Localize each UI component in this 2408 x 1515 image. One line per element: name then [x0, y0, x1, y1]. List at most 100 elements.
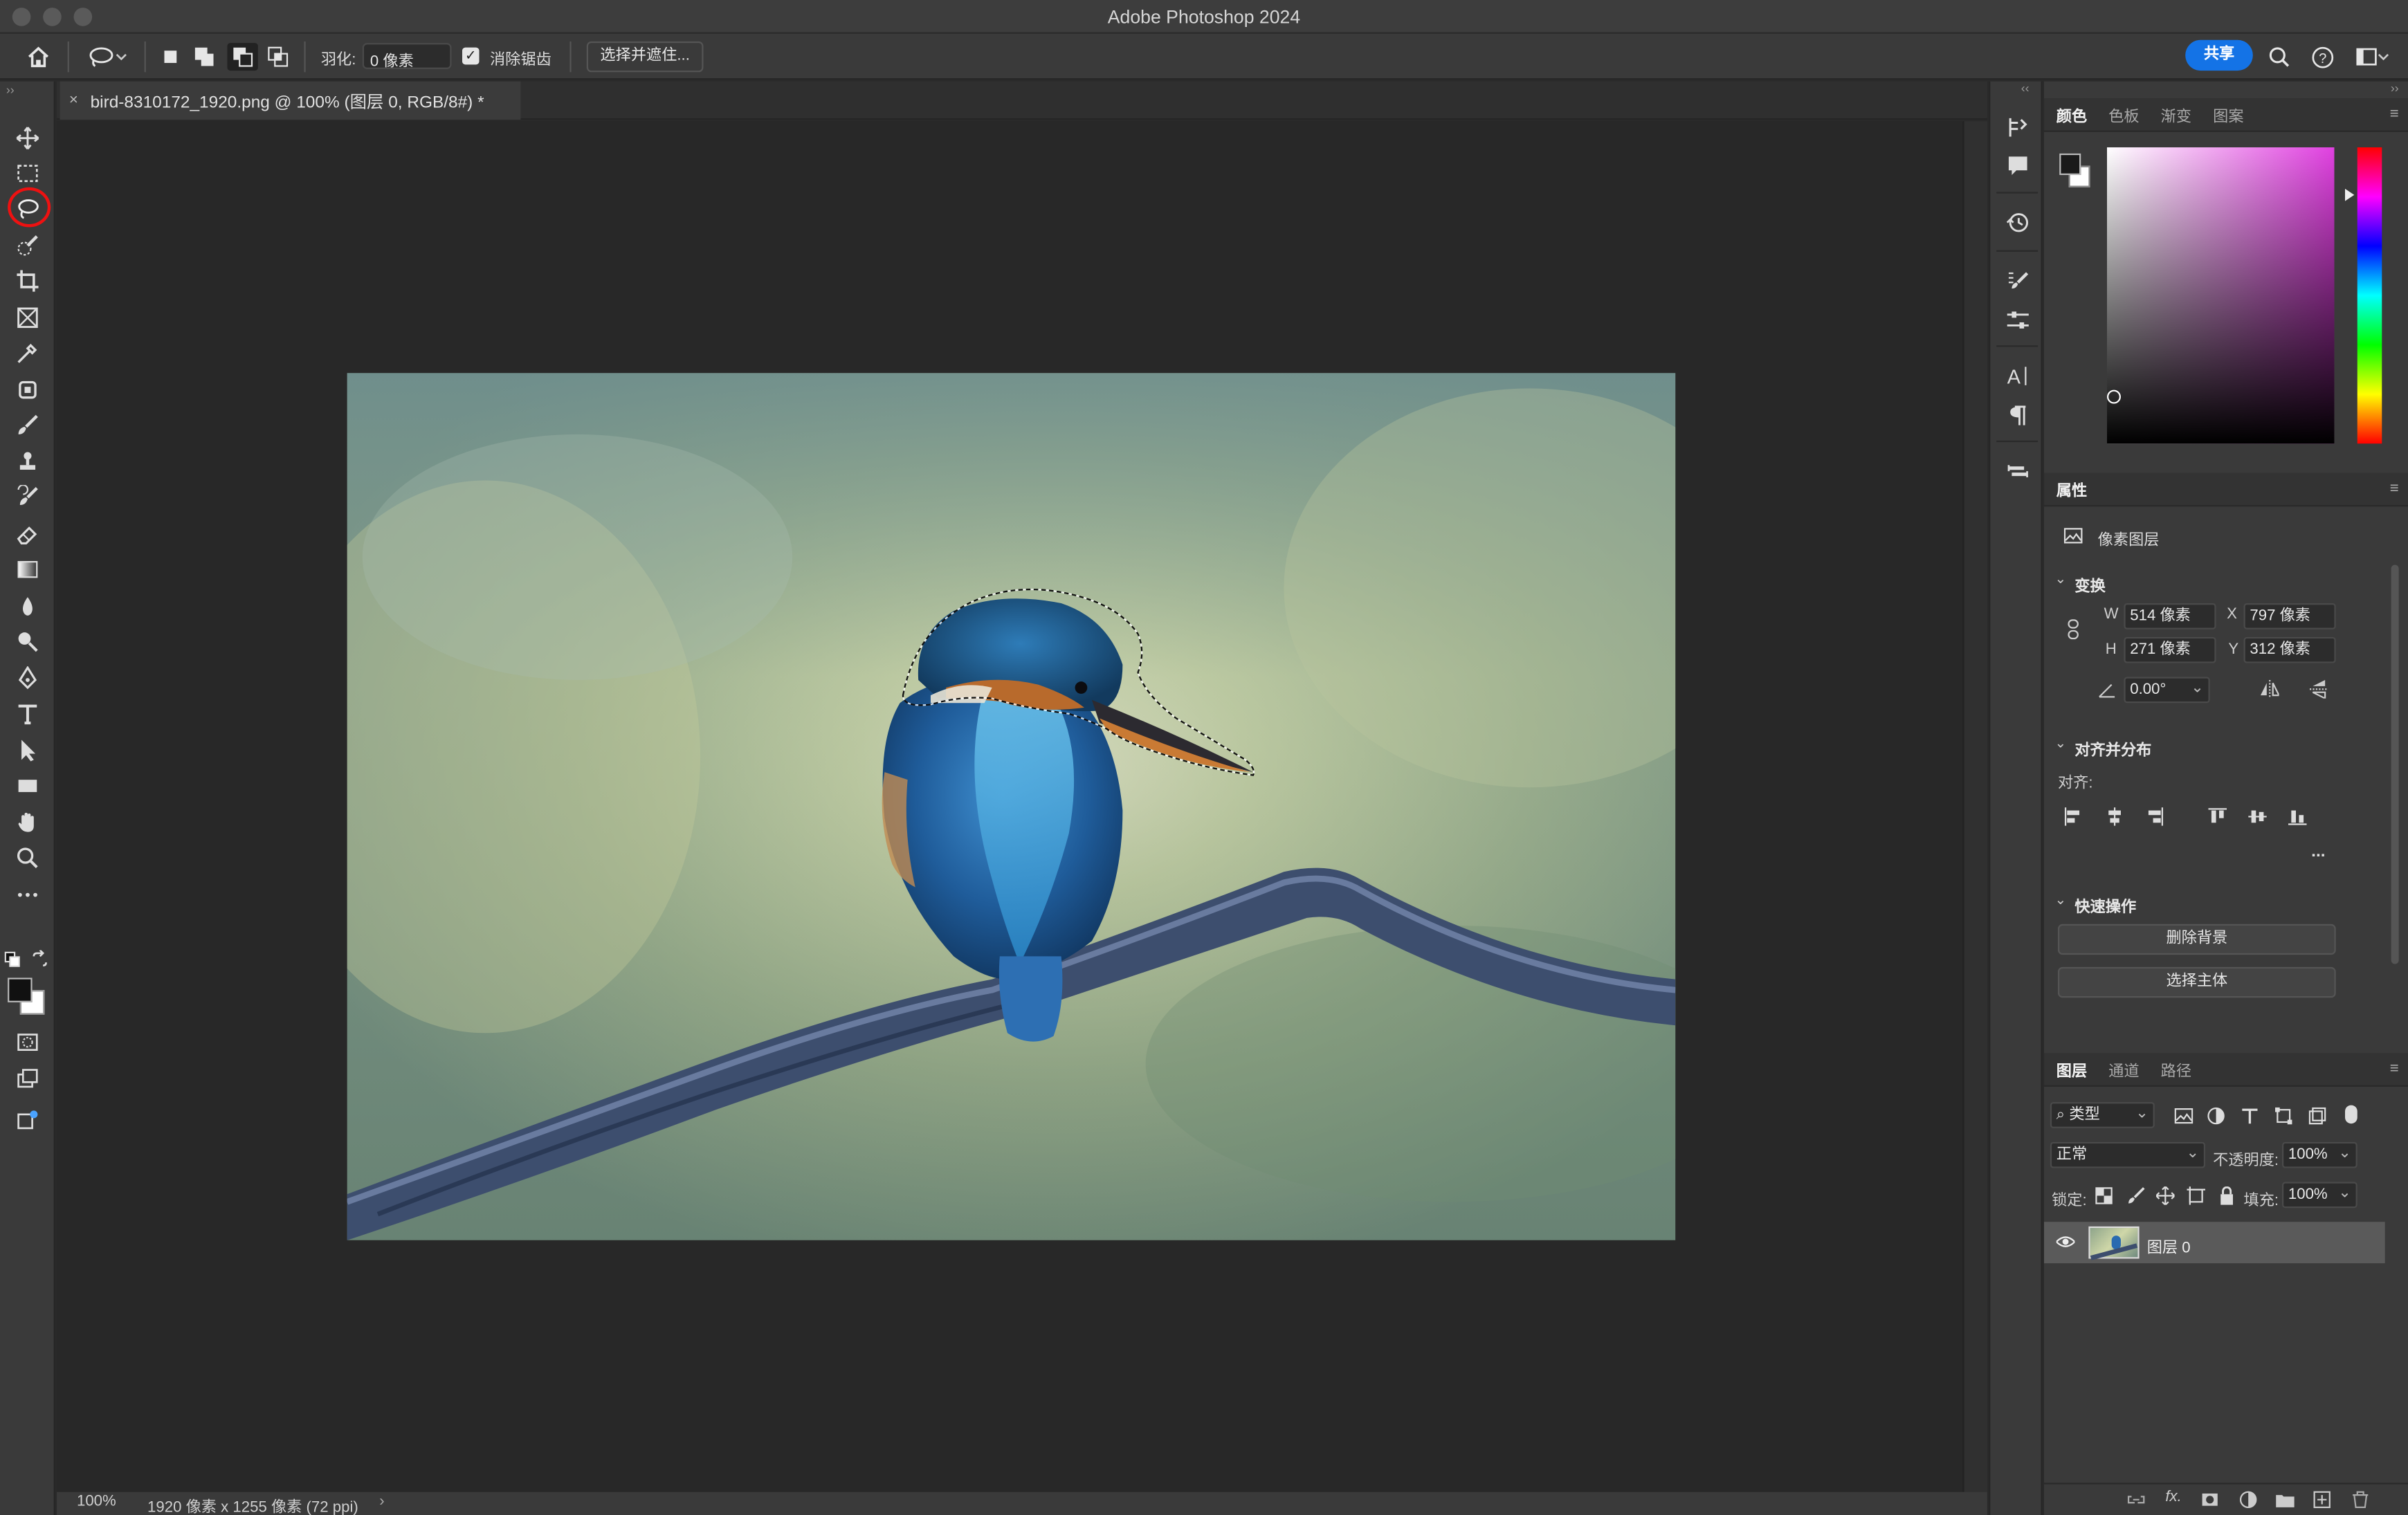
tab-properties[interactable]: 属性: [2056, 477, 2087, 500]
marquee-tool[interactable]: [12, 158, 43, 189]
quick-actions-title[interactable]: 快速操作: [2074, 893, 2136, 916]
lock-image-icon[interactable]: [2126, 1185, 2147, 1206]
lock-artboard-icon[interactable]: [2185, 1185, 2207, 1206]
align-top-icon[interactable]: [2207, 806, 2228, 827]
tab-gradients[interactable]: 渐变: [2161, 103, 2191, 126]
tool-preset-picker[interactable]: [80, 43, 135, 71]
panel-menu-icon[interactable]: ≡: [2390, 481, 2399, 497]
lock-transparent-icon[interactable]: [2093, 1185, 2115, 1206]
new-group-icon[interactable]: [2274, 1489, 2296, 1510]
align-right-icon[interactable]: [2144, 806, 2165, 827]
brush-tool[interactable]: [12, 410, 43, 440]
link-layers-icon[interactable]: [2126, 1489, 2147, 1510]
collapse-toolbar-icon[interactable]: ››: [6, 83, 15, 97]
vertical-scrollbar[interactable]: [1962, 121, 1987, 1492]
blend-mode-select[interactable]: 正常 ⌄: [2050, 1141, 2206, 1168]
chevron-down-icon[interactable]: ⌄: [2055, 571, 2067, 587]
zoom-tool[interactable]: [12, 843, 43, 873]
filter-type-icon[interactable]: [2239, 1105, 2261, 1127]
rectangle-tool[interactable]: [12, 771, 43, 801]
help-button[interactable]: ?: [2308, 43, 2336, 71]
tab-color[interactable]: 颜色: [2056, 103, 2087, 126]
filter-smart-object-icon[interactable]: [2307, 1105, 2328, 1127]
align-center-horizontal-icon[interactable]: [2104, 806, 2126, 827]
layer-filter-select[interactable]: ⌕ 类型 ⌄: [2050, 1102, 2155, 1128]
add-mask-icon[interactable]: [2199, 1489, 2220, 1510]
flip-horizontal-icon[interactable]: [2259, 679, 2281, 700]
healing-brush-tool[interactable]: [12, 374, 43, 405]
y-input[interactable]: 312 像素: [2243, 636, 2336, 663]
history-states-button[interactable]: [2003, 112, 2033, 143]
properties-scrollbar[interactable]: [2391, 564, 2399, 964]
remove-background-button[interactable]: 删除背景: [2057, 924, 2336, 955]
subtract-selection-button[interactable]: [227, 43, 258, 71]
brush-settings-button[interactable]: [2003, 266, 2033, 296]
close-tab-icon[interactable]: ×: [69, 92, 78, 109]
screen-mode-button[interactable]: [12, 1064, 43, 1094]
tab-paths[interactable]: 路径: [2161, 1058, 2191, 1081]
paragraph-button[interactable]: [2003, 401, 2033, 431]
workspace-switcher[interactable]: [2350, 43, 2396, 71]
add-selection-button[interactable]: [192, 43, 217, 71]
chevron-down-icon[interactable]: ⌄: [2191, 680, 2204, 699]
zoom-level[interactable]: 100%: [77, 1494, 116, 1510]
frame-tool[interactable]: [12, 302, 43, 333]
quick-selection-tool[interactable]: [12, 230, 43, 261]
layer-name[interactable]: 图层 0: [2147, 1234, 2191, 1257]
panel-menu-icon[interactable]: ≡: [2390, 1060, 2399, 1077]
generative-fill-button[interactable]: [12, 1105, 43, 1136]
tab-patterns[interactable]: 图案: [2213, 103, 2243, 126]
intersect-selection-button[interactable]: [266, 43, 291, 71]
adjustment-layer-icon[interactable]: [2238, 1489, 2259, 1510]
comments-button[interactable]: [2003, 150, 2033, 181]
x-input[interactable]: 797 像素: [2243, 603, 2336, 630]
tab-channels[interactable]: 通道: [2108, 1058, 2139, 1081]
flip-vertical-icon[interactable]: [2308, 679, 2330, 700]
align-bottom-icon[interactable]: [2287, 806, 2308, 827]
filter-pixel-icon[interactable]: [2173, 1105, 2194, 1127]
move-tool[interactable]: [12, 123, 43, 154]
opacity-input[interactable]: 100% ⌄: [2282, 1141, 2357, 1168]
layer-row[interactable]: 图层 0: [2044, 1222, 2385, 1264]
swap-colors-button[interactable]: [30, 949, 49, 968]
clone-stamp-tool[interactable]: [12, 447, 43, 477]
hand-tool[interactable]: [12, 807, 43, 838]
foreground-color-swatch[interactable]: [8, 977, 33, 1002]
hue-slider-handle[interactable]: [2345, 188, 2355, 201]
tab-swatches[interactable]: 色板: [2108, 103, 2139, 126]
default-colors-button[interactable]: [4, 951, 20, 967]
transform-section-title[interactable]: 变换: [2074, 573, 2105, 596]
pen-tool[interactable]: [12, 663, 43, 694]
filter-shape-icon[interactable]: [2273, 1105, 2295, 1127]
filter-toggle-switch[interactable]: [2345, 1105, 2357, 1124]
eraser-tool[interactable]: [12, 519, 43, 549]
new-layer-icon[interactable]: [2311, 1489, 2333, 1510]
home-button[interactable]: [21, 43, 55, 71]
libraries-button[interactable]: [2003, 456, 2033, 486]
align-section-title[interactable]: 对齐并分布: [2074, 737, 2151, 760]
align-center-vertical-icon[interactable]: [2247, 806, 2268, 827]
lock-all-icon[interactable]: [2216, 1185, 2238, 1206]
fill-input[interactable]: 100% ⌄: [2282, 1182, 2357, 1209]
eyedropper-tool[interactable]: [12, 338, 43, 368]
hue-slider[interactable]: [2357, 147, 2382, 444]
eye-icon[interactable]: [2055, 1231, 2077, 1253]
more-options-button[interactable]: ...: [2311, 843, 2325, 861]
color-picker-cursor[interactable]: [2107, 389, 2121, 404]
color-picker-field[interactable]: [2107, 147, 2335, 444]
trash-icon[interactable]: [2350, 1489, 2371, 1510]
dodge-tool[interactable]: [12, 626, 43, 656]
history-brush-tool[interactable]: [12, 482, 43, 513]
collapse-panels-icon[interactable]: ››: [2391, 82, 2399, 95]
adjustments-button[interactable]: [2003, 306, 2033, 336]
panel-menu-icon[interactable]: ≡: [2390, 106, 2399, 122]
new-selection-button[interactable]: [158, 43, 183, 71]
chevron-down-icon[interactable]: ⌄: [2055, 892, 2067, 908]
select-subject-button[interactable]: 选择主体: [2057, 966, 2336, 998]
edit-toolbar-button[interactable]: [12, 879, 43, 910]
document-tab[interactable]: × bird-8310172_1920.png @ 100% (图层 0, RG…: [60, 81, 521, 120]
tab-layers[interactable]: 图层: [2056, 1058, 2087, 1081]
path-selection-tool[interactable]: [12, 735, 43, 766]
height-input[interactable]: 271 像素: [2124, 636, 2216, 663]
select-and-mask-button[interactable]: 选择并遮住...: [586, 41, 704, 73]
